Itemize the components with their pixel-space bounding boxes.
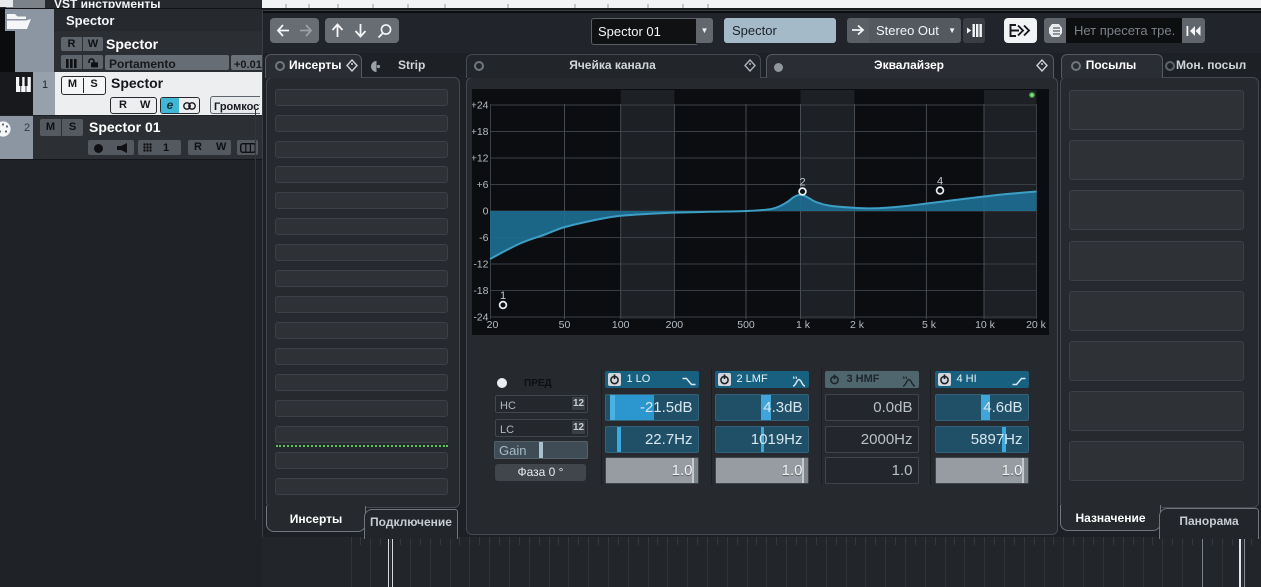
svg-text:5 k: 5 k	[922, 319, 937, 331]
svg-text:200: 200	[666, 319, 684, 331]
svg-text:-18: -18	[473, 285, 488, 297]
svg-text:+6: +6	[477, 179, 489, 191]
svg-text:0: 0	[483, 206, 489, 218]
svg-text:4: 4	[937, 176, 943, 188]
svg-text:-12: -12	[473, 259, 488, 271]
svg-text:20 k: 20 k	[1026, 319, 1047, 331]
svg-text:+12: +12	[472, 153, 489, 165]
svg-text:-6: -6	[479, 232, 488, 244]
svg-text:2 k: 2 k	[850, 319, 865, 331]
svg-text:2: 2	[799, 177, 805, 189]
svg-text:1: 1	[500, 290, 506, 302]
svg-text:1 k: 1 k	[796, 319, 811, 331]
svg-text:50: 50	[559, 319, 571, 331]
svg-text:+24: +24	[472, 100, 489, 112]
svg-text:500: 500	[737, 319, 755, 331]
svg-text:20: 20	[487, 319, 499, 331]
svg-text:100: 100	[612, 319, 630, 331]
svg-text:+18: +18	[472, 126, 489, 138]
svg-text:10 k: 10 k	[975, 319, 996, 331]
